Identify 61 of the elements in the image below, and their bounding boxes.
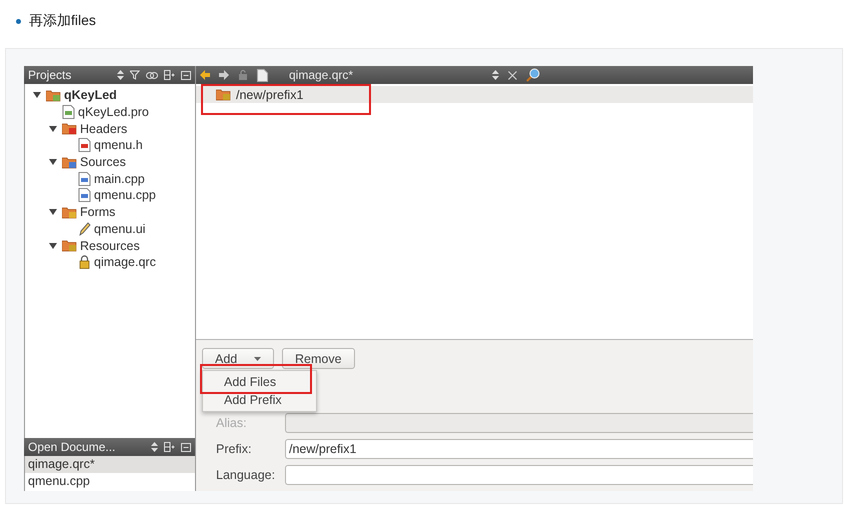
field-label: Alias: — [215, 416, 248, 430]
panel-title[interactable]: Open Docume... — [28, 440, 116, 454]
close-icon[interactable] — [508, 70, 517, 80]
document-item[interactable]: qimage.qrc* — [25, 456, 195, 472]
folder-icon — [216, 88, 231, 101]
menu-item[interactable]: Add Files — [203, 373, 316, 391]
field-label: Prefix: — [215, 442, 252, 456]
expanded-arrow-icon[interactable] — [33, 91, 41, 100]
expanded-arrow-icon[interactable] — [49, 158, 57, 166]
link-icon[interactable] — [146, 70, 158, 80]
folder-icon — [62, 239, 77, 252]
caret-icon — [254, 356, 261, 360]
remove-button[interactable]: Remove — [282, 348, 355, 369]
up-down-arrows-icon[interactable] — [151, 442, 158, 452]
tree-item[interactable]: Resources — [80, 238, 140, 253]
expanded-arrow-icon[interactable] — [49, 124, 57, 133]
tree-item[interactable]: Forms — [80, 205, 116, 220]
tree-item[interactable]: Sources — [80, 155, 126, 170]
field-label: Language: — [215, 468, 276, 482]
project-file-icon — [62, 105, 75, 120]
prefix-item[interactable]: /new/prefix1 — [236, 88, 304, 102]
bullet-icon — [16, 18, 21, 24]
split-icon[interactable] — [164, 442, 175, 452]
tree-item[interactable]: qimage.qrc — [94, 255, 156, 270]
tree-item[interactable]: main.cpp — [94, 172, 145, 186]
tree-item[interactable]: qmenu.cpp — [94, 188, 156, 202]
split-icon[interactable] — [164, 70, 175, 80]
pencil-icon — [78, 222, 91, 236]
tree-item[interactable]: qmenu.h — [94, 138, 143, 152]
add-dropdown-button[interactable]: Add — [202, 348, 274, 369]
project-folder-icon — [46, 88, 61, 102]
close-pane-icon[interactable] — [181, 442, 191, 452]
lock-icon[interactable] — [238, 70, 248, 80]
up-down-arrows-icon[interactable] — [492, 70, 499, 80]
input-field[interactable] — [285, 465, 753, 485]
folder-icon — [62, 206, 77, 219]
tree-item[interactable]: Headers — [80, 122, 128, 136]
file-icon — [78, 188, 91, 202]
filter-icon[interactable] — [130, 70, 140, 80]
folder-icon — [62, 122, 77, 136]
tree-item[interactable]: qKeyLed.pro — [78, 105, 149, 120]
forward-arrow-icon[interactable] — [219, 70, 229, 80]
expanded-arrow-icon[interactable] — [49, 208, 57, 216]
document-item[interactable]: qmenu.cpp — [25, 472, 195, 489]
input-field[interactable]: /new/prefix1 — [285, 439, 753, 459]
back-arrow-icon[interactable] — [200, 70, 210, 80]
file-name[interactable]: qimage.qrc* — [289, 68, 354, 82]
tree-item[interactable]: qmenu.ui — [94, 222, 146, 236]
lock-icon — [78, 255, 91, 270]
file-icon — [257, 68, 268, 82]
file-icon — [78, 172, 91, 186]
panel-title[interactable]: Projects — [28, 68, 72, 82]
folder-icon — [62, 156, 77, 169]
tree-item[interactable]: qKeyLed — [64, 88, 117, 102]
up-down-arrows-icon[interactable] — [117, 70, 124, 80]
file-icon — [78, 138, 91, 152]
close-pane-icon[interactable] — [181, 70, 191, 80]
menu-item[interactable]: Add Prefix — [203, 391, 316, 409]
expanded-arrow-icon[interactable] — [49, 242, 57, 250]
bullet-text: 再添加files — [29, 12, 96, 30]
search-icon[interactable] — [526, 68, 540, 82]
